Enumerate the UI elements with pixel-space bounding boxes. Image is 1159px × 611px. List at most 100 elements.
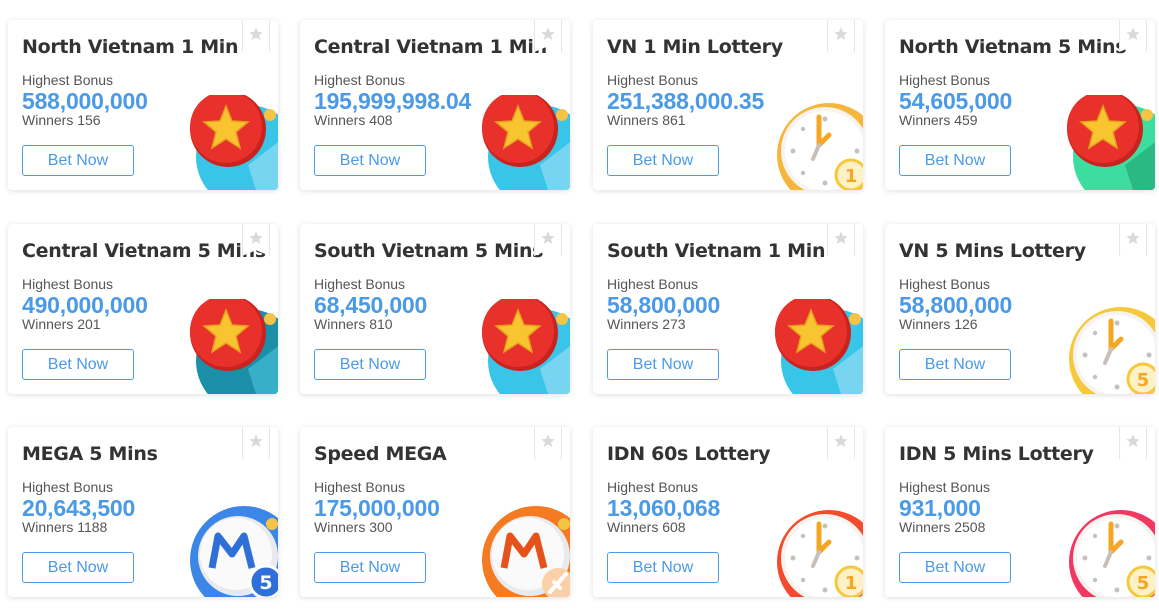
winners-count: Winners 273	[607, 316, 686, 332]
star-lottery-icon	[186, 295, 278, 394]
game-title: IDN 5 Mins Lottery	[899, 443, 1094, 465]
svg-text:1: 1	[845, 166, 858, 187]
winners-count: Winners 201	[22, 316, 101, 332]
bet-now-button[interactable]: Bet Now	[607, 349, 719, 380]
favorite-bookmark-button[interactable]	[534, 427, 562, 459]
winners-count: Winners 861	[607, 112, 686, 128]
lottery-card[interactable]: Central Vietnam 5 Mins Highest Bonus 490…	[8, 224, 278, 394]
highest-bonus-amount: 13,060,068	[607, 495, 721, 521]
star-icon	[834, 26, 848, 40]
star-lottery-icon	[771, 295, 863, 394]
game-title: South Vietnam 1 Min	[607, 240, 826, 262]
star-icon	[541, 433, 555, 447]
game-title: MEGA 5 Mins	[22, 443, 158, 465]
bet-now-button[interactable]: Bet Now	[607, 145, 719, 176]
bet-now-button[interactable]: Bet Now	[314, 552, 426, 583]
winners-count: Winners 1188	[22, 519, 108, 535]
game-title: VN 5 Mins Lottery	[899, 240, 1086, 262]
highest-bonus-label: Highest Bonus	[314, 276, 406, 292]
lottery-card[interactable]: IDN 60s Lottery Highest Bonus 13,060,068…	[593, 427, 863, 597]
highest-bonus-label: Highest Bonus	[22, 276, 114, 292]
svg-text:5: 5	[259, 572, 272, 594]
highest-bonus-label: Highest Bonus	[899, 276, 991, 292]
highest-bonus-label: Highest Bonus	[607, 276, 699, 292]
lottery-card[interactable]: Central Vietnam 1 Min Highest Bonus 195,…	[300, 20, 570, 190]
clock-1-icon: 1	[771, 95, 863, 190]
highest-bonus-amount: 58,800,000	[899, 292, 1013, 318]
lottery-card-grid: North Vietnam 1 Min Highest Bonus 588,00…	[8, 20, 1156, 600]
lottery-card[interactable]: South Vietnam 1 Min Highest Bonus 58,800…	[593, 224, 863, 394]
highest-bonus-amount: 20,643,500	[22, 495, 136, 521]
svg-text:5: 5	[1137, 370, 1150, 391]
winners-count: Winners 408	[314, 112, 393, 128]
game-title: South Vietnam 5 Mins	[314, 240, 544, 262]
favorite-bookmark-button[interactable]	[827, 224, 855, 256]
bet-now-button[interactable]: Bet Now	[899, 349, 1011, 380]
favorite-bookmark-button[interactable]	[1119, 224, 1147, 256]
game-title: North Vietnam 1 Min	[22, 36, 239, 58]
star-lottery-icon	[478, 295, 570, 394]
star-icon	[541, 230, 555, 244]
favorite-bookmark-button[interactable]	[1119, 427, 1147, 459]
highest-bonus-label: Highest Bonus	[607, 72, 699, 88]
favorite-bookmark-button[interactable]	[534, 224, 562, 256]
lottery-card[interactable]: VN 1 Min Lottery Highest Bonus 251,388,0…	[593, 20, 863, 190]
game-title: VN 1 Min Lottery	[607, 36, 783, 58]
winners-count: Winners 2508	[899, 519, 986, 535]
winners-count: Winners 810	[314, 316, 393, 332]
star-lottery-icon	[478, 91, 570, 190]
favorite-bookmark-button[interactable]	[242, 427, 270, 459]
favorite-bookmark-button[interactable]	[534, 20, 562, 52]
highest-bonus-amount: 195,999,998.04	[314, 88, 472, 114]
lottery-card[interactable]: VN 5 Mins Lottery Highest Bonus 58,800,0…	[885, 224, 1155, 394]
favorite-bookmark-button[interactable]	[827, 20, 855, 52]
highest-bonus-amount: 175,000,000	[314, 495, 440, 521]
highest-bonus-label: Highest Bonus	[22, 72, 114, 88]
lottery-card[interactable]: Speed MEGA Highest Bonus 175,000,000 Win…	[300, 427, 570, 597]
game-title: IDN 60s Lottery	[607, 443, 771, 465]
lottery-card[interactable]: North Vietnam 1 Min Highest Bonus 588,00…	[8, 20, 278, 190]
favorite-bookmark-button[interactable]	[242, 20, 270, 52]
bet-now-button[interactable]: Bet Now	[22, 145, 134, 176]
bet-now-button[interactable]: Bet Now	[22, 552, 134, 583]
highest-bonus-label: Highest Bonus	[314, 479, 406, 495]
lottery-card[interactable]: South Vietnam 5 Mins Highest Bonus 68,45…	[300, 224, 570, 394]
svg-text:5: 5	[1137, 573, 1150, 594]
bet-now-button[interactable]: Bet Now	[899, 552, 1011, 583]
favorite-bookmark-button[interactable]	[827, 427, 855, 459]
bet-now-button[interactable]: Bet Now	[607, 552, 719, 583]
bet-now-button[interactable]: Bet Now	[22, 349, 134, 380]
bet-now-button[interactable]: Bet Now	[899, 145, 1011, 176]
game-title: Central Vietnam 5 Mins	[22, 240, 266, 262]
star-icon	[834, 433, 848, 447]
star-icon	[1126, 230, 1140, 244]
star-lottery-icon	[1063, 91, 1155, 190]
game-title: Central Vietnam 1 Min	[314, 36, 547, 58]
lottery-card[interactable]: North Vietnam 5 Mins Highest Bonus 54,60…	[885, 20, 1155, 190]
bet-now-button[interactable]: Bet Now	[314, 349, 426, 380]
bet-now-button[interactable]: Bet Now	[314, 145, 426, 176]
star-icon	[834, 230, 848, 244]
star-icon	[249, 26, 263, 40]
mega-rocket-icon	[478, 502, 570, 597]
svg-text:1: 1	[845, 573, 858, 594]
highest-bonus-amount: 931,000	[899, 495, 981, 521]
clock-5-icon: 5	[1063, 299, 1155, 394]
highest-bonus-label: Highest Bonus	[899, 479, 991, 495]
highest-bonus-amount: 54,605,000	[899, 88, 1013, 114]
winners-count: Winners 459	[899, 112, 978, 128]
lottery-card[interactable]: MEGA 5 Mins Highest Bonus 20,643,500 Win…	[8, 427, 278, 597]
favorite-bookmark-button[interactable]	[1119, 20, 1147, 52]
star-lottery-icon	[186, 91, 278, 190]
highest-bonus-amount: 68,450,000	[314, 292, 428, 318]
clock-1-icon: 1	[771, 502, 863, 597]
star-icon	[1126, 26, 1140, 40]
winners-count: Winners 126	[899, 316, 978, 332]
game-title: North Vietnam 5 Mins	[899, 36, 1127, 58]
star-icon	[249, 230, 263, 244]
highest-bonus-amount: 490,000,000	[22, 292, 148, 318]
highest-bonus-label: Highest Bonus	[899, 72, 991, 88]
highest-bonus-label: Highest Bonus	[22, 479, 114, 495]
lottery-card[interactable]: IDN 5 Mins Lottery Highest Bonus 931,000…	[885, 427, 1155, 597]
star-icon	[1126, 433, 1140, 447]
